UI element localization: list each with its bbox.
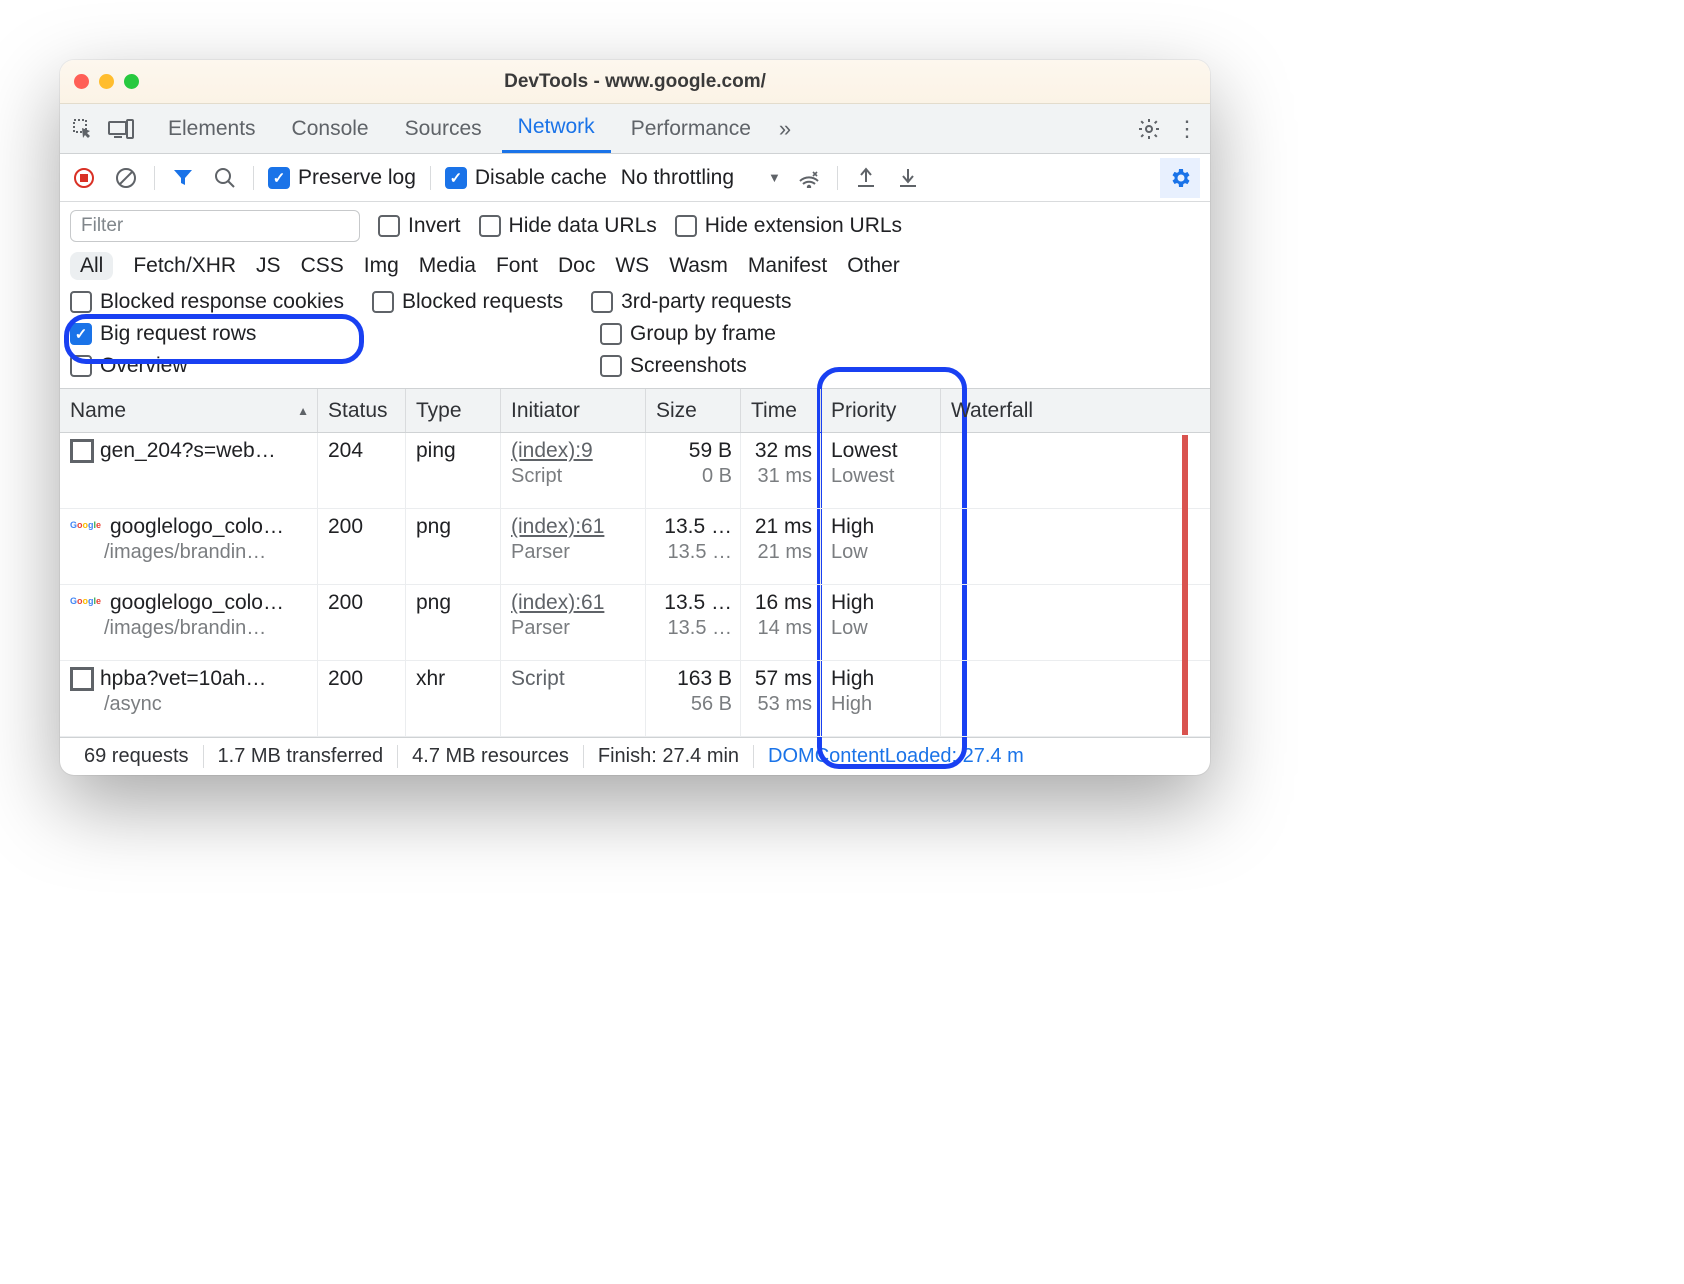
type-filter-doc[interactable]: Doc [558, 254, 595, 278]
type-filter-other[interactable]: Other [847, 254, 900, 278]
inspect-icon[interactable] [66, 112, 100, 146]
throttling-select[interactable]: No throttling ▼ [621, 166, 781, 190]
zoom-window-button[interactable] [124, 74, 139, 89]
clear-button[interactable] [112, 164, 140, 192]
big-request-rows-checkbox[interactable]: Big request rows [70, 322, 600, 346]
type-filter-img[interactable]: Img [364, 254, 399, 278]
minimize-window-button[interactable] [99, 74, 114, 89]
traffic-lights [74, 74, 139, 89]
tab-performance[interactable]: Performance [615, 104, 767, 153]
type-filter-fetch-xhr[interactable]: Fetch/XHR [133, 254, 236, 278]
type-filter-ws[interactable]: WS [615, 254, 649, 278]
filter-input[interactable]: Filter [70, 210, 360, 242]
window-title: DevTools - www.google.com/ [60, 71, 1210, 93]
tab-elements[interactable]: Elements [152, 104, 272, 153]
table-row[interactable]: Googlegooglelogo_colo…/images/brandin…20… [60, 585, 1210, 661]
search-icon[interactable] [211, 164, 239, 192]
requests-table: Name Status Type Initiator Size Time Pri… [60, 388, 1210, 737]
disable-cache-label: Disable cache [475, 166, 607, 190]
kebab-menu-icon[interactable]: ⋮ [1170, 112, 1204, 146]
type-filter-all[interactable]: All [70, 252, 113, 280]
panel-tabs: Elements Console Sources Network Perform… [60, 104, 1210, 154]
titlebar: DevTools - www.google.com/ [60, 60, 1210, 104]
col-header-priority[interactable]: Priority [821, 389, 941, 432]
tab-sources[interactable]: Sources [389, 104, 498, 153]
blocked-requests-checkbox[interactable]: Blocked requests [372, 290, 563, 314]
network-toolbar: Preserve log Disable cache No throttling… [60, 154, 1210, 202]
screenshots-checkbox[interactable]: Screenshots [600, 354, 1200, 378]
status-requests: 69 requests [70, 745, 204, 768]
status-finish: Finish: 27.4 min [584, 745, 754, 768]
type-filter-wasm[interactable]: Wasm [669, 254, 728, 278]
table-body: gen_204?s=web…204ping(index):9Script59 B… [60, 433, 1210, 737]
google-logo-icon: Google [70, 596, 104, 610]
table-row[interactable]: hpba?vet=10ah…/async200xhrScript163 B56 … [60, 661, 1210, 737]
tab-network[interactable]: Network [502, 104, 611, 153]
third-party-checkbox[interactable]: 3rd-party requests [591, 290, 791, 314]
export-har-icon[interactable] [894, 164, 922, 192]
group-by-frame-checkbox[interactable]: Group by frame [600, 322, 1200, 346]
preserve-log-checkbox[interactable]: Preserve log [268, 166, 416, 190]
extra-filters-row: Blocked response cookies Blocked request… [60, 286, 1210, 318]
invert-checkbox[interactable]: Invert [378, 214, 461, 238]
hide-data-urls-checkbox[interactable]: Hide data URLs [479, 214, 657, 238]
type-filter-css[interactable]: CSS [301, 254, 344, 278]
record-button[interactable] [70, 164, 98, 192]
filter-row: Filter Invert Hide data URLs Hide extens… [60, 202, 1210, 246]
type-filter-font[interactable]: Font [496, 254, 538, 278]
col-header-size[interactable]: Size [646, 389, 741, 432]
blocked-response-cookies-checkbox[interactable]: Blocked response cookies [70, 290, 344, 314]
device-toolbar-icon[interactable] [104, 112, 138, 146]
resource-type-filters: All Fetch/XHR JS CSS Img Media Font Doc … [60, 246, 1210, 286]
col-header-waterfall[interactable]: Waterfall [941, 389, 1210, 432]
devtools-window: DevTools - www.google.com/ Elements Cons… [60, 60, 1210, 775]
overview-checkbox[interactable]: Overview [70, 354, 600, 378]
col-header-status[interactable]: Status [318, 389, 406, 432]
filter-icon[interactable] [169, 164, 197, 192]
hide-extension-urls-checkbox[interactable]: Hide extension URLs [675, 214, 902, 238]
throttling-label: No throttling [621, 166, 734, 190]
more-tabs-button[interactable]: » [771, 104, 799, 153]
col-header-type[interactable]: Type [406, 389, 501, 432]
filter-placeholder: Filter [81, 215, 123, 237]
type-filter-js[interactable]: JS [256, 254, 281, 278]
resource-icon [70, 667, 94, 691]
close-window-button[interactable] [74, 74, 89, 89]
google-logo-icon: Google [70, 520, 104, 534]
settings-gear-icon[interactable] [1132, 112, 1166, 146]
table-row[interactable]: gen_204?s=web…204ping(index):9Script59 B… [60, 433, 1210, 509]
col-header-name[interactable]: Name [60, 389, 318, 432]
status-resources: 4.7 MB resources [398, 745, 584, 768]
col-header-initiator[interactable]: Initiator [501, 389, 646, 432]
import-har-icon[interactable] [852, 164, 880, 192]
table-row[interactable]: Googlegooglelogo_colo…/images/brandin…20… [60, 509, 1210, 585]
preserve-log-label: Preserve log [298, 166, 416, 190]
network-settings-icon[interactable] [1160, 158, 1200, 198]
network-settings-rows: Big request rows Group by frame Overview… [60, 318, 1210, 388]
status-bar: 69 requests 1.7 MB transferred 4.7 MB re… [60, 737, 1210, 775]
type-filter-manifest[interactable]: Manifest [748, 254, 827, 278]
network-conditions-icon[interactable] [795, 164, 823, 192]
resource-icon [70, 439, 94, 463]
disable-cache-checkbox[interactable]: Disable cache [445, 166, 607, 190]
type-filter-media[interactable]: Media [419, 254, 476, 278]
table-header: Name Status Type Initiator Size Time Pri… [60, 389, 1210, 433]
col-header-time[interactable]: Time [741, 389, 821, 432]
tab-console[interactable]: Console [276, 104, 385, 153]
status-transferred: 1.7 MB transferred [204, 745, 399, 768]
status-dcl: DOMContentLoaded: 27.4 m [754, 745, 1038, 768]
